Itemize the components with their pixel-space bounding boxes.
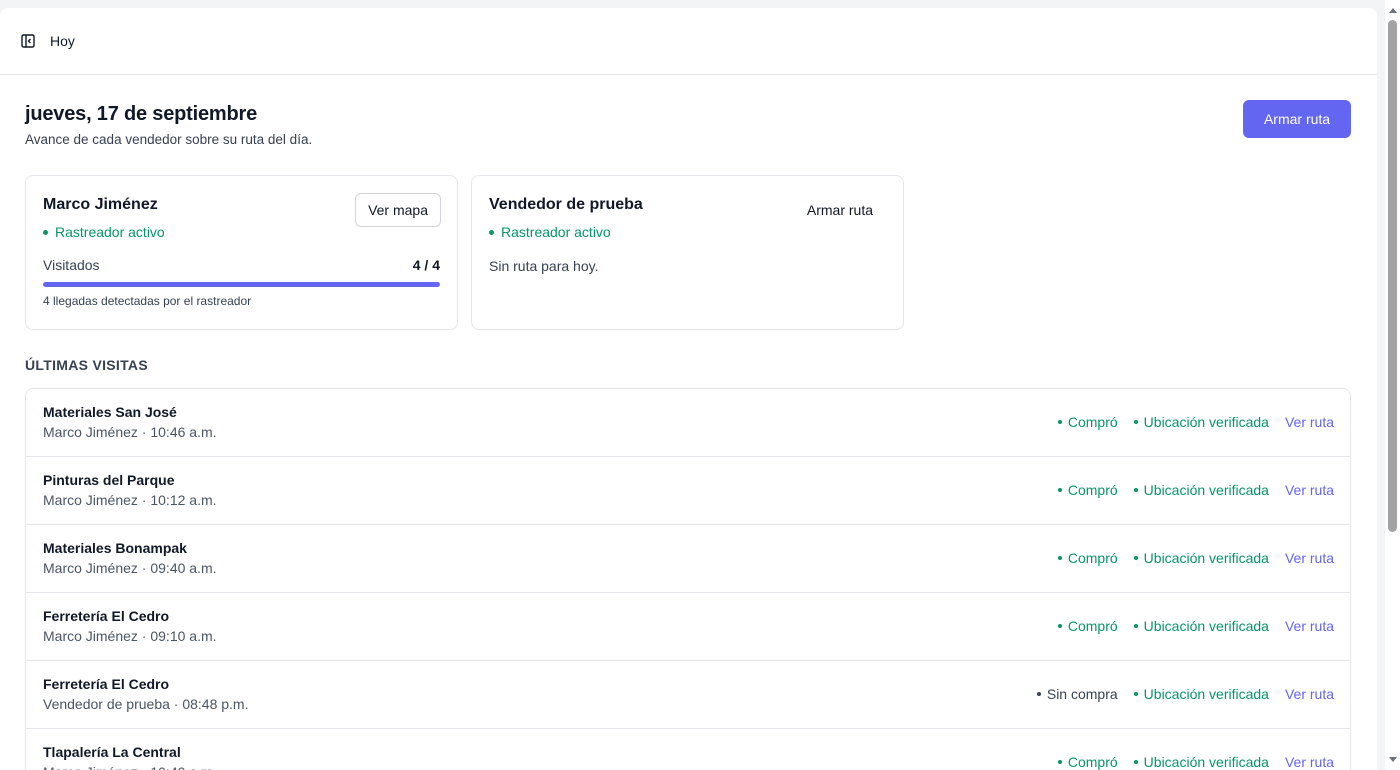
location-label: Ubicación verificada (1143, 482, 1269, 498)
purchase-label: Sin compra (1046, 686, 1118, 702)
progress-count: 4 / 4 (412, 257, 440, 273)
view-route-link[interactable]: Ver ruta (1285, 618, 1334, 634)
topbar-title: Hoy (50, 33, 75, 49)
purchase-label: Compró (1067, 618, 1118, 634)
status-dot-icon (1133, 556, 1138, 560)
purchase-label: Compró (1067, 550, 1118, 566)
location-badge: Ubicación verificada (1133, 550, 1269, 566)
scroll-up-icon[interactable] (1389, 8, 1397, 13)
status-dot-icon (1133, 420, 1138, 424)
visit-row: Materiales San José Marco Jiménez · 10:46… (26, 389, 1350, 457)
purchase-label: Compró (1067, 482, 1118, 498)
visits-list: Materiales San José Marco Jiménez · 10:46… (25, 388, 1351, 770)
status-dot-icon (489, 229, 494, 235)
build-route-button[interactable]: Armar ruta (1243, 100, 1351, 138)
tracker-status-label: Rastreador activo (501, 224, 611, 240)
purchase-badge: Compró (1057, 550, 1118, 566)
visit-status-group: Compró Ubicación verificada Ver ruta (1042, 618, 1334, 634)
location-badge: Ubicación verificada (1133, 686, 1269, 702)
scroll-down-icon[interactable] (1389, 757, 1397, 762)
view-route-link[interactable]: Ver ruta (1285, 414, 1334, 430)
progress-note: 4 llegadas detectadas por el rastreador (43, 294, 252, 308)
purchase-badge: Compró (1057, 414, 1118, 430)
visit-row: Pinturas del Parque Marco Jiménez · 10:12… (26, 457, 1350, 525)
visit-status-group: Compró Ubicación verificada Ver ruta (1042, 550, 1334, 566)
status-dot-icon (1057, 760, 1062, 764)
seller-card: Marco Jiménez Ver mapa Rastreador activo… (25, 175, 458, 330)
view-route-link[interactable]: Ver ruta (1285, 754, 1334, 770)
tracker-status: Rastreador activo (489, 224, 886, 240)
tracker-status-label: Rastreador activo (55, 224, 165, 240)
page-header: jueves, 17 de septiembre Avance de cada … (0, 75, 1377, 175)
location-label: Ubicación verificada (1143, 618, 1269, 634)
status-dot-icon (1057, 556, 1062, 560)
visit-row: Ferretería El Cedro Marco Jiménez · 09:10… (26, 593, 1350, 661)
status-dot-icon (43, 229, 48, 235)
location-label: Ubicación verificada (1143, 754, 1269, 770)
build-route-link[interactable]: Armar ruta (807, 202, 873, 218)
seller-cards: Marco Jiménez Ver mapa Rastreador activo… (0, 175, 1377, 330)
status-dot-icon (1133, 760, 1138, 764)
status-dot-icon (1057, 624, 1062, 628)
view-route-link[interactable]: Ver ruta (1285, 550, 1334, 566)
purchase-badge: Compró (1057, 618, 1118, 634)
purchase-badge: Compró (1057, 754, 1118, 770)
recent-visits-title: ÚLTIMAS VISITAS (25, 357, 148, 373)
status-dot-icon (1057, 488, 1062, 492)
status-dot-icon (1133, 692, 1138, 696)
sidebar-toggle-icon[interactable] (20, 33, 36, 49)
visit-status-group: Sin compra Ubicación verificada Ver ruta (1021, 686, 1334, 702)
visit-row: Tlapalería La CentralMarco Jiménez · 10:… (26, 729, 1350, 770)
no-route-note: Sin ruta para hoy. (489, 258, 599, 274)
visit-status-group: Compró Ubicación verificada Ver ruta (1042, 482, 1334, 498)
scrollbar[interactable] (1385, 0, 1400, 770)
topbar: Hoy (0, 8, 1377, 75)
location-badge: Ubicación verificada (1133, 618, 1269, 634)
view-map-button[interactable]: Ver mapa (355, 193, 441, 227)
status-dot-icon (1036, 692, 1041, 696)
purchase-label: Compró (1067, 754, 1118, 770)
location-badge: Ubicación verificada (1133, 414, 1269, 430)
location-label: Ubicación verificada (1143, 550, 1269, 566)
purchase-label: Compró (1067, 414, 1118, 430)
location-badge: Ubicación verificada (1133, 482, 1269, 498)
page-title: jueves, 17 de septiembre (25, 103, 257, 125)
visit-status-group: Compró Ubicación verificada Ver ruta (1042, 414, 1334, 430)
location-label: Ubicación verificada (1143, 686, 1269, 702)
purchase-badge: Sin compra (1036, 686, 1118, 702)
progress-bar (43, 282, 440, 287)
status-dot-icon (1133, 488, 1138, 492)
progress-bar-fill (43, 282, 440, 287)
location-label: Ubicación verificada (1143, 414, 1269, 430)
view-route-link[interactable]: Ver ruta (1285, 482, 1334, 498)
visit-status-group: Compró Ubicación verificada Ver ruta (1042, 754, 1334, 770)
status-dot-icon (1057, 420, 1062, 424)
status-dot-icon (1133, 624, 1138, 628)
purchase-badge: Compró (1057, 482, 1118, 498)
page-subtitle: Avance de cada vendedor sobre su ruta de… (25, 132, 313, 147)
scrollbar-thumb[interactable] (1388, 20, 1397, 532)
app-window: Hoy jueves, 17 de septiembre Avance de c… (0, 8, 1377, 770)
seller-card: Vendedor de prueba Armar ruta Rastreador… (471, 175, 904, 330)
progress-label: Visitados (43, 257, 100, 273)
visit-row: Ferretería El Cedro Vendedor de prueba · … (26, 661, 1350, 729)
view-route-link[interactable]: Ver ruta (1285, 686, 1334, 702)
progress-row: Visitados 4 / 4 (43, 257, 440, 273)
location-badge: Ubicación verificada (1133, 754, 1269, 770)
visit-row: Materiales Bonampak Marco Jiménez · 09:40… (26, 525, 1350, 593)
